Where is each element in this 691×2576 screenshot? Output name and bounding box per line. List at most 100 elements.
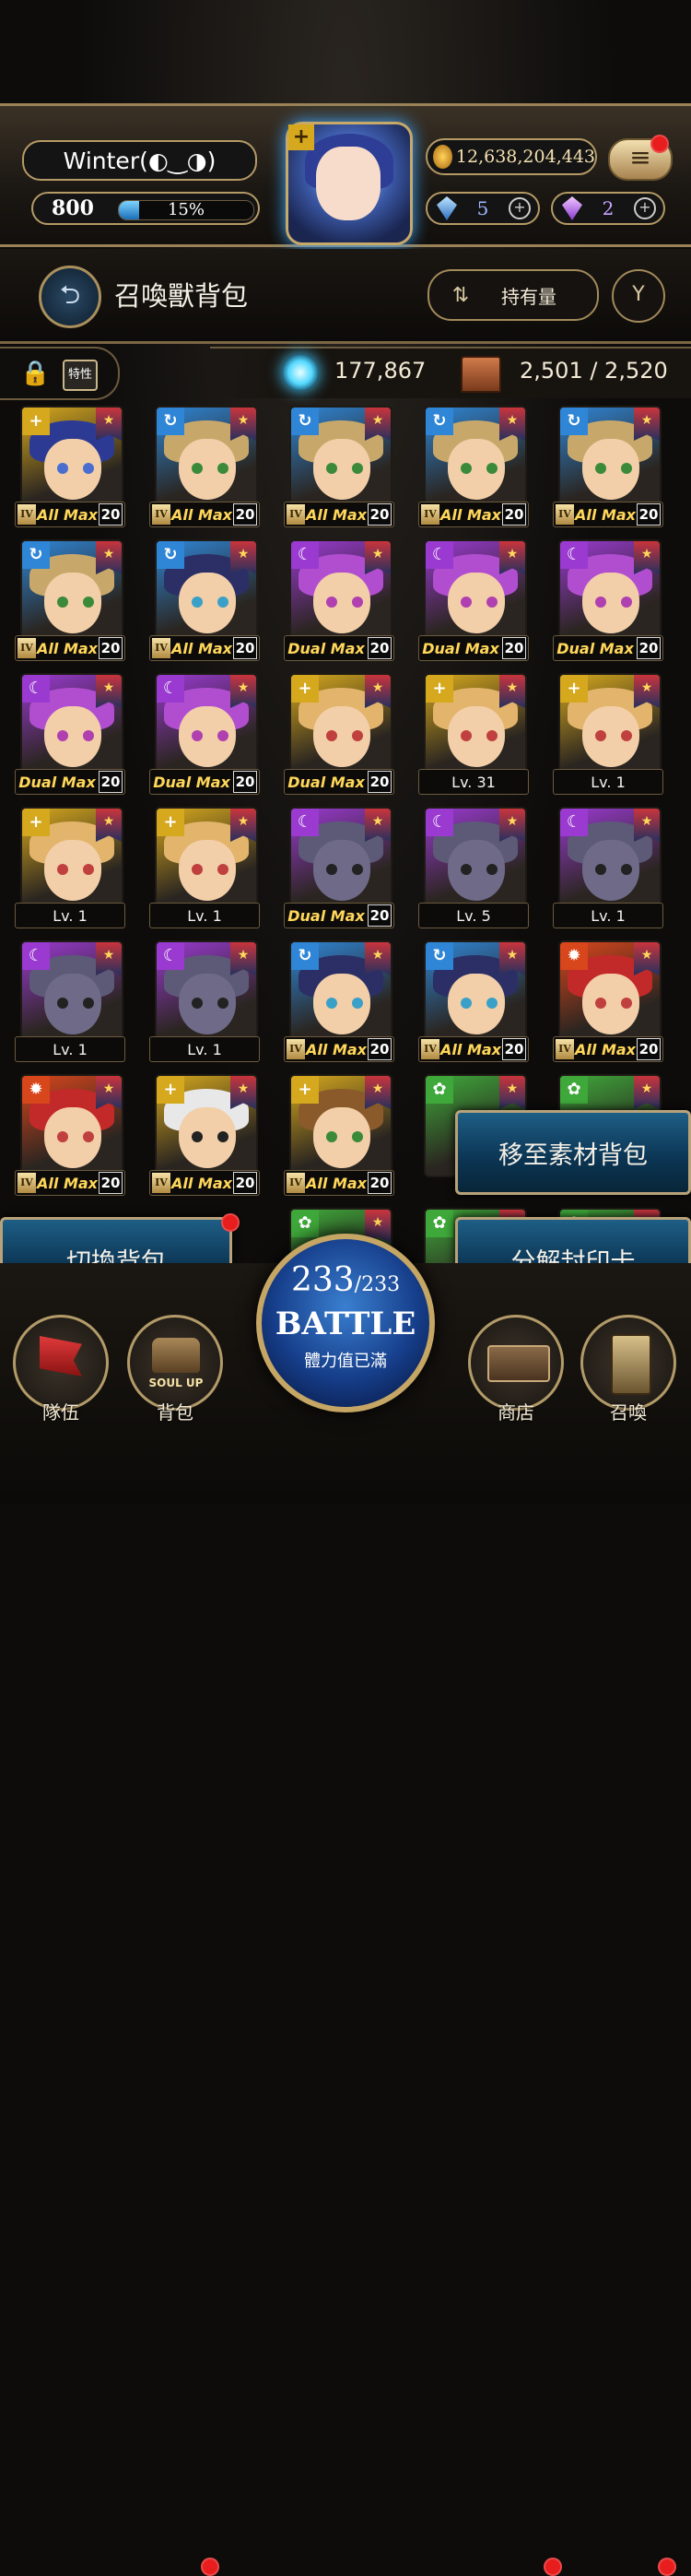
card-portrait: ☾ ★: [558, 539, 662, 643]
summon-card[interactable]: ↻ ★ IV All Max 20: [284, 406, 394, 527]
add-purple-gem-button[interactable]: +: [634, 197, 656, 219]
card-skill-level: 20: [368, 637, 392, 659]
card-eye: [217, 998, 228, 1009]
summon-card[interactable]: ✹ ★ IV All Max 20: [15, 1074, 125, 1196]
card-eye: [326, 597, 337, 608]
water-element-icon: ↻: [22, 541, 50, 569]
wood-element-icon: ✿: [426, 1210, 453, 1237]
dark-element-icon: ☾: [560, 809, 588, 836]
card-tier: IV: [287, 1039, 305, 1059]
rank-star-icon: ★: [634, 1076, 660, 1109]
nav-summon-label: 召喚: [610, 1401, 647, 1424]
summon-card[interactable]: ☾ ★ Lv. 1: [15, 940, 125, 1062]
water-element-icon: ↻: [426, 408, 453, 435]
dark-element-icon: ☾: [560, 541, 588, 569]
fire-element-icon: ✹: [560, 942, 588, 970]
nav-team-button[interactable]: [13, 1315, 109, 1411]
gold-counter: 12,638,204,443: [426, 138, 597, 175]
light-element-icon: +: [22, 809, 50, 836]
player-name-plate[interactable]: Winter(◐‿◑): [22, 140, 257, 181]
summon-card[interactable]: ☾ ★ Lv. 5: [418, 807, 529, 928]
summon-card[interactable]: ☾ ★ Lv. 1: [149, 940, 260, 1062]
summon-card[interactable]: ☾ ★ Dual Max 20: [15, 673, 125, 795]
summon-card[interactable]: ✹ ★ IV All Max 20: [553, 940, 663, 1062]
back-button[interactable]: ⮌: [39, 266, 101, 328]
summon-card[interactable]: ☾ ★ Dual Max 20: [149, 673, 260, 795]
summon-card[interactable]: + ★ Lv. 1: [553, 673, 663, 795]
card-status: Dual Max: [556, 639, 634, 657]
filter-button[interactable]: Y: [612, 269, 665, 323]
light-element-icon: +: [22, 408, 50, 435]
nav-bag-button[interactable]: SOUL UP: [127, 1315, 223, 1411]
card-status: All Max: [306, 1040, 367, 1058]
card-eye: [83, 730, 94, 741]
card-status-bar: IV All Max 20: [149, 635, 260, 661]
blue-gem-amount: 5: [476, 197, 489, 219]
card-portrait: + ★: [20, 807, 123, 910]
summon-card[interactable]: + ★ IV All Max 20: [149, 1074, 260, 1196]
card-eye: [486, 730, 498, 741]
card-status: All Max: [37, 639, 98, 657]
card-eye: [621, 730, 632, 741]
nav-summon-button[interactable]: [580, 1315, 676, 1411]
card-status: Dual Max: [18, 773, 96, 791]
card-status-bar: Lv. 5: [418, 903, 529, 928]
summon-card[interactable]: + ★ Lv. 31: [418, 673, 529, 795]
summon-card[interactable]: ↻ ★ IV All Max 20: [418, 406, 529, 527]
card-eye: [192, 730, 203, 741]
stamina-count: 233/233: [262, 1261, 429, 1299]
dark-element-icon: ☾: [157, 942, 184, 970]
summon-card[interactable]: + ★ Dual Max 20: [284, 673, 394, 795]
lock-icon[interactable]: 🔒: [20, 360, 50, 387]
sort-button[interactable]: ⇅ 持有量: [427, 269, 599, 321]
card-skill-level: 20: [99, 637, 123, 659]
water-element-icon: ↻: [560, 408, 588, 435]
dark-element-icon: ☾: [22, 942, 50, 970]
card-status: Lv. 1: [53, 906, 88, 925]
card-eye: [621, 998, 632, 1009]
card-status-bar: Dual Max 20: [149, 769, 260, 795]
move-to-material-bag-button[interactable]: 移至素材背包: [455, 1110, 691, 1195]
summon-card[interactable]: ↻ ★ IV All Max 20: [149, 539, 260, 661]
summon-card-icon: [611, 1334, 651, 1395]
stamina-current: 233: [290, 1261, 355, 1299]
summon-card[interactable]: ↻ ★ IV All Max 20: [553, 406, 663, 527]
summon-card[interactable]: ↻ ★ IV All Max 20: [284, 940, 394, 1062]
purple-gem-amount: 2: [602, 197, 615, 219]
summon-card[interactable]: ☾ ★ Dual Max 20: [418, 539, 529, 661]
card-tier: IV: [421, 1039, 439, 1059]
card-eye: [326, 1131, 337, 1142]
trait-button[interactable]: 特性: [63, 360, 98, 391]
summon-card[interactable]: ☾ ★ Dual Max 20: [284, 807, 394, 928]
water-element-icon: ↻: [291, 942, 319, 970]
card-skill-level: 20: [368, 904, 392, 927]
add-blue-gem-button[interactable]: +: [509, 197, 531, 219]
summon-card[interactable]: + ★ IV All Max 20: [284, 1074, 394, 1196]
blue-gem-counter: 5 +: [426, 192, 540, 225]
summon-card[interactable]: ☾ ★ Dual Max 20: [553, 539, 663, 661]
card-portrait: ↻ ★: [558, 406, 662, 509]
summon-card[interactable]: ☾ ★ Lv. 1: [553, 807, 663, 928]
card-eye: [217, 1131, 228, 1142]
summon-card[interactable]: ↻ ★ IV All Max 20: [149, 406, 260, 527]
summon-card[interactable]: + ★ Lv. 1: [149, 807, 260, 928]
card-portrait: ↻ ★: [424, 940, 527, 1044]
card-status: All Max: [575, 1040, 636, 1058]
card-eye: [352, 1131, 363, 1142]
soul-orb-icon: [282, 354, 319, 391]
nav-shop-button[interactable]: [468, 1315, 564, 1411]
card-status: All Max: [306, 1174, 367, 1192]
summon-card[interactable]: ↻ ★ IV All Max 20: [15, 539, 125, 661]
leader-avatar[interactable]: +: [286, 122, 413, 245]
summon-card[interactable]: + ★ IV All Max 20: [15, 406, 125, 527]
card-skill-level: 20: [99, 771, 123, 793]
summon-card[interactable]: ☾ ★ Dual Max 20: [284, 539, 394, 661]
card-status: Lv. 1: [591, 773, 626, 791]
summon-card[interactable]: + ★ Lv. 1: [15, 807, 125, 928]
card-tier: IV: [152, 504, 170, 525]
card-status: Dual Max: [287, 906, 365, 925]
battle-button[interactable]: 233/233 BATTLE 體力值已滿: [256, 1234, 435, 1412]
summon-card[interactable]: ↻ ★ IV All Max 20: [418, 940, 529, 1062]
dark-element-icon: ☾: [426, 541, 453, 569]
card-status: Lv. 1: [591, 906, 626, 925]
